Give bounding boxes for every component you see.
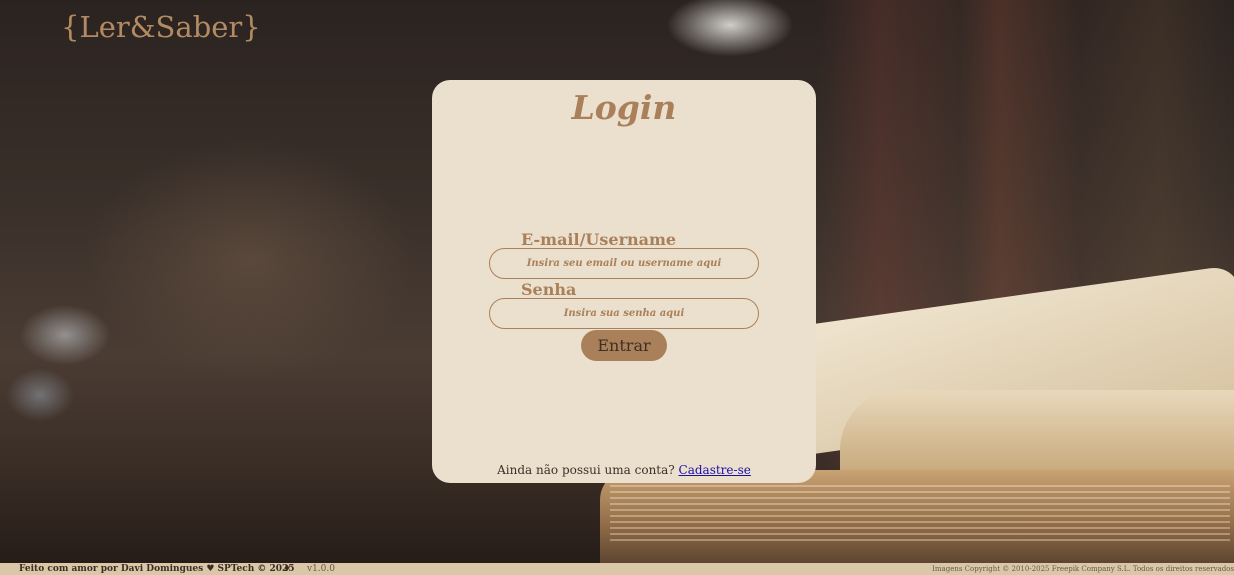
email-label: E-mail/Username [521, 230, 677, 249]
background-book-edges [610, 485, 1230, 545]
login-button[interactable]: Entrar [581, 330, 667, 361]
signup-prompt-text: Ainda não possui uma conta? [497, 463, 679, 477]
password-field[interactable] [489, 298, 759, 329]
password-label: Senha [521, 280, 577, 299]
site-logo[interactable]: {Ler&Saber} [61, 10, 261, 44]
app-version: v1.0.0 [307, 564, 335, 574]
footer-credit: Feito com amor por Davi Domingues ♥ SPTe… [19, 564, 295, 574]
email-field[interactable] [489, 248, 759, 279]
image-copyright: Imagens Copyright © 2010-2025 Freepik Co… [932, 565, 1234, 573]
login-title: Login [571, 88, 677, 127]
login-card: Login E-mail/Username Senha Entrar Ainda… [432, 80, 816, 483]
footer-separator: ♦ [283, 564, 292, 574]
background-book-page [840, 390, 1234, 470]
signup-link[interactable]: Cadastre-se [679, 463, 751, 477]
signup-prompt: Ainda não possui uma conta? Cadastre-se [432, 463, 816, 477]
footer: Feito com amor por Davi Domingues ♥ SPTe… [0, 563, 1234, 575]
